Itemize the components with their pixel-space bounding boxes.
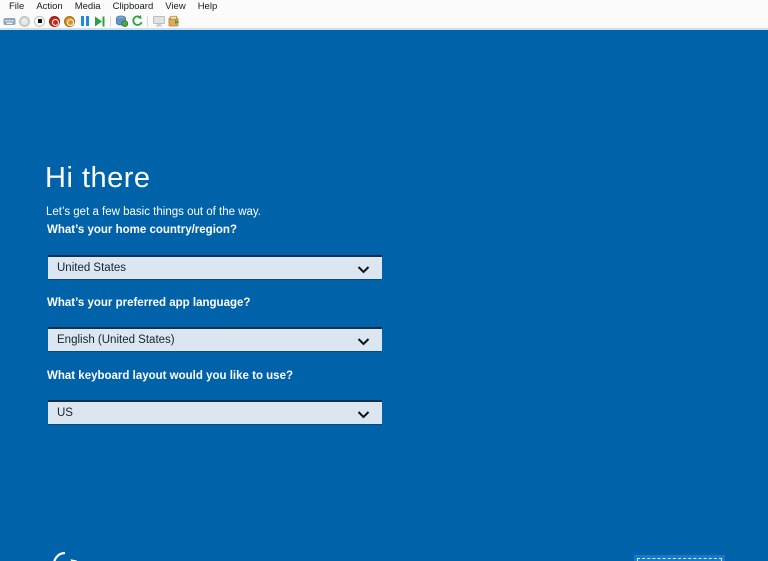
enhanced-session-icon[interactable] xyxy=(152,15,165,28)
app-language-label: What’s your preferred app language? xyxy=(47,297,250,309)
menu-clipboard[interactable]: Clipboard xyxy=(108,0,159,14)
menu-view[interactable]: View xyxy=(160,0,190,14)
vm-connection-window: File Action Media Clipboard View Help xyxy=(0,0,768,561)
pause-icon[interactable] xyxy=(78,15,91,28)
country-region-select[interactable]: United States xyxy=(48,255,382,279)
chevron-down-icon xyxy=(357,265,370,277)
start-icon[interactable] xyxy=(18,15,31,28)
ease-of-access-button[interactable] xyxy=(49,548,81,561)
ease-of-access-icon xyxy=(50,549,80,561)
menu-media[interactable]: Media xyxy=(70,0,106,14)
country-region-value: United States xyxy=(57,262,126,274)
menu-bar: File Action Media Clipboard View Help xyxy=(0,0,768,14)
chevron-down-icon xyxy=(357,410,370,422)
menu-help[interactable]: Help xyxy=(193,0,223,14)
reset-icon[interactable] xyxy=(93,15,106,28)
chevron-down-icon xyxy=(357,337,370,349)
page-subtitle: Let’s get a few basic things out of the … xyxy=(46,206,261,218)
ctrl-alt-del-icon[interactable] xyxy=(3,15,16,28)
share-icon[interactable] xyxy=(167,15,180,28)
shut-down-icon[interactable] xyxy=(48,15,61,28)
toolbar xyxy=(0,14,768,30)
menu-file[interactable]: File xyxy=(4,0,29,14)
toolbar-separator xyxy=(147,16,148,27)
menu-action[interactable]: Action xyxy=(31,0,67,14)
turn-off-icon[interactable] xyxy=(33,15,46,28)
page-title: Hi there xyxy=(45,162,151,195)
oobe-screen: Hi there Let’s get a few basic things ou… xyxy=(0,30,768,561)
keyboard-layout-select[interactable]: US xyxy=(48,400,382,424)
app-language-value: English (United States) xyxy=(57,334,175,346)
country-region-label: What’s your home country/region? xyxy=(47,224,237,236)
next-button[interactable]: Next xyxy=(634,555,725,561)
checkpoint-icon[interactable] xyxy=(115,15,128,28)
app-language-select[interactable]: English (United States) xyxy=(48,327,382,351)
keyboard-layout-value: US xyxy=(57,407,73,419)
save-icon[interactable] xyxy=(63,15,76,28)
keyboard-layout-label: What keyboard layout would you like to u… xyxy=(47,370,293,382)
revert-icon[interactable] xyxy=(130,15,143,28)
toolbar-separator xyxy=(110,16,111,27)
